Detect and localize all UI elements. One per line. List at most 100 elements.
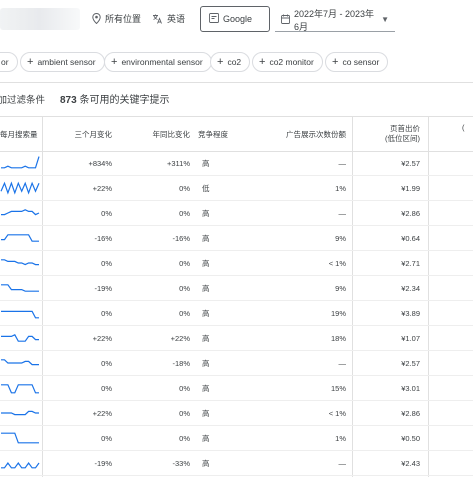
trend-line	[1, 334, 39, 342]
location-selector[interactable]: 所有位置	[92, 12, 141, 25]
cell-three-month-change: 0%	[101, 308, 112, 318]
trend-sparkline	[1, 259, 39, 266]
cell-competition: 高	[202, 158, 210, 168]
cell-yoy-change: 0%	[179, 283, 190, 293]
trend-sparkline	[1, 432, 39, 444]
table-row[interactable]: +834% +311% 高 — ¥2.57	[0, 151, 473, 176]
header-bid-high-label: (	[462, 123, 465, 132]
table-row[interactable]: 0% 0% 高 1% ¥0.50	[0, 426, 473, 451]
add-filter-button[interactable]: 添加过滤条件	[0, 92, 45, 106]
cell-yoy-change: 0%	[179, 383, 190, 393]
trend-line	[1, 410, 39, 416]
cell-impression-share: 9%	[335, 233, 346, 243]
trend-line	[1, 209, 40, 216]
cell-yoy-change: -18%	[172, 358, 190, 368]
table-row[interactable]: +22% 0% 高 < 1% ¥2.86	[0, 401, 473, 426]
cell-impression-share: < 1%	[328, 408, 346, 418]
filter-row: 添加过滤条件 873 条可用的关键字提示	[0, 90, 473, 108]
cell-competition: 高	[202, 208, 210, 218]
location-pin-icon	[92, 13, 101, 24]
chevron-down-icon: ▼	[381, 15, 389, 24]
cell-top-bid-low: ¥2.34	[401, 283, 420, 293]
cell-top-bid-low: ¥2.71	[401, 258, 420, 268]
cell-competition: 高	[202, 408, 210, 418]
cell-impression-share: —	[338, 158, 347, 168]
top-toolbar: 所有位置 英语 Google 2022年7月 - 2023年6月 ▼	[0, 0, 473, 44]
table-row[interactable]: 0% 0% 高 15% ¥3.01	[0, 376, 473, 401]
table-row[interactable]: 0% 0% 高 < 1% ¥2.71	[0, 251, 473, 276]
cell-three-month-change: +22%	[92, 183, 112, 193]
header-impression-share[interactable]: 广告展示次数份额	[262, 117, 350, 151]
trend-sparkline	[0, 181, 40, 195]
trend-line	[0, 181, 40, 195]
cell-competition: 高	[202, 333, 210, 343]
plus-icon: +	[27, 55, 34, 68]
header-top-bid-low[interactable]: 页首出价 (低位区间)	[356, 117, 424, 151]
table-row[interactable]: +22% +22% 高 18% ¥1.07	[0, 326, 473, 351]
calendar-icon	[281, 14, 290, 26]
cell-impression-share: 19%	[330, 308, 346, 318]
cell-impression-share: < 1%	[328, 258, 346, 268]
cell-yoy-change: 0%	[179, 258, 190, 268]
cell-yoy-change: 0%	[179, 433, 190, 443]
trend-sparkline	[1, 359, 39, 366]
trend-line	[1, 359, 39, 366]
date-range-selector[interactable]: 2022年7月 - 2023年6月 ▼	[275, 8, 395, 32]
search-network-selector[interactable]: Google	[200, 6, 270, 32]
plus-icon: +	[259, 55, 266, 68]
table-row[interactable]: -19% -33% 高 — ¥2.43	[0, 451, 473, 476]
header-monthly-volume[interactable]: 每月搜索量	[0, 117, 42, 151]
cell-competition: 高	[202, 258, 210, 268]
trend-sparkline	[1, 410, 39, 416]
chip-label: environmental sensor	[121, 57, 203, 67]
table-row[interactable]: -19% 0% 高 9% ¥2.34	[0, 276, 473, 301]
table-row[interactable]: 0% 0% 高 — ¥2.86	[0, 201, 473, 226]
cell-impression-share: 18%	[330, 333, 346, 343]
table-row[interactable]: -16% -16% 高 9% ¥0.64	[0, 226, 473, 251]
plus-icon: +	[217, 55, 224, 68]
trend-sparkline	[1, 384, 39, 394]
trend-line	[1, 284, 39, 292]
trend-line	[1, 259, 39, 266]
cell-top-bid-low: ¥0.64	[401, 233, 420, 243]
cell-yoy-change: +22%	[170, 333, 190, 343]
cell-yoy-change: -16%	[172, 233, 190, 243]
header-bid-line2: (低位区间)	[385, 134, 420, 143]
header-three-month-change[interactable]: 三个月变化	[42, 117, 116, 151]
redacted-title	[0, 8, 80, 30]
language-selector[interactable]: 英语	[152, 12, 185, 25]
table-row[interactable]: 0% -18% 高 — ¥2.57	[0, 351, 473, 376]
chip-or[interactable]: or	[0, 52, 18, 72]
header-impression-share-label: 广告展示次数份额	[286, 129, 346, 139]
table-row[interactable]: +22% 0% 低 1% ¥1.99	[0, 176, 473, 201]
cell-yoy-change: 0%	[179, 308, 190, 318]
cell-top-bid-low: ¥3.89	[401, 308, 420, 318]
header-competition[interactable]: 竞争程度	[198, 117, 258, 151]
table-row[interactable]: 0% 0% 高 19% ¥3.89	[0, 301, 473, 326]
trend-sparkline	[1, 310, 39, 319]
keyword-count: 873 条可用的关键字提示	[60, 91, 169, 106]
plus-icon: +	[332, 55, 339, 68]
cell-impression-share: —	[338, 358, 347, 368]
cell-competition: 高	[202, 433, 210, 443]
network-icon	[209, 13, 219, 25]
header-bid-line1: 页首出价	[390, 124, 420, 133]
trend-sparkline	[1, 209, 40, 216]
cell-impression-share: —	[338, 208, 347, 218]
trend-line	[1, 156, 40, 169]
trend-line	[1, 432, 39, 444]
chip-label: co2 monitor	[269, 57, 314, 67]
header-top-bid-high[interactable]: (	[462, 123, 473, 132]
chip-label: ambient sensor	[37, 57, 96, 67]
cell-top-bid-low: ¥2.43	[401, 458, 420, 468]
chip-ambient-sensor[interactable]: + ambient sensor	[20, 52, 105, 72]
chip-co2[interactable]: + co2	[210, 52, 251, 72]
cell-impression-share: 1%	[335, 183, 346, 193]
trend-line	[1, 234, 39, 242]
cell-three-month-change: +834%	[88, 158, 112, 168]
header-yoy-change[interactable]: 年同比变化	[116, 117, 194, 151]
chip-environmental-sensor[interactable]: + environmental sensor	[104, 52, 212, 72]
chip-co2-monitor[interactable]: + co2 monitor	[252, 52, 323, 72]
keyword-suggestion-chips: or + ambient sensor + environmental sens…	[0, 52, 473, 74]
chip-co-sensor[interactable]: + co sensor	[325, 52, 389, 72]
